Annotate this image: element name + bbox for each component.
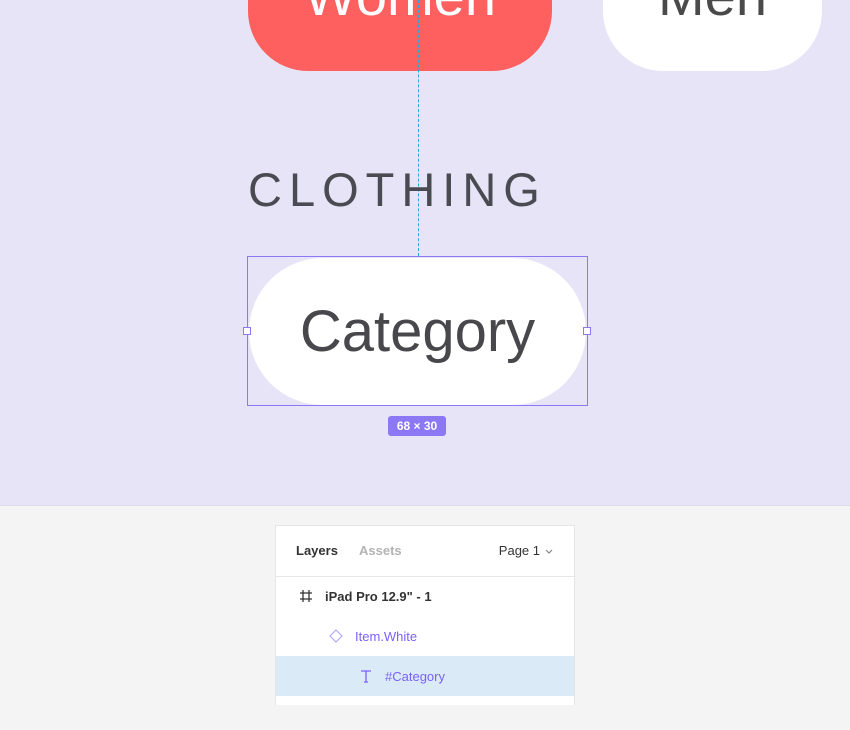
layer-row-frame[interactable]: iPad Pro 12.9" - 1 (276, 576, 574, 616)
layers-panel: Layers Assets Page 1 iPad Pro 12.9" - 1 … (275, 525, 575, 705)
men-pill-label: Men (603, 0, 822, 26)
chevron-down-icon (545, 549, 553, 554)
spacing-guide-line (418, 0, 419, 256)
layer-row-component[interactable]: Item.White (276, 616, 574, 656)
design-canvas[interactable]: Women Men CLOTHING Category 68 × 30 (0, 0, 850, 506)
frame-hash-icon (300, 590, 312, 602)
women-pill[interactable]: Women (248, 0, 552, 71)
clothing-heading[interactable]: CLOTHING (248, 162, 548, 217)
resize-handle-left[interactable] (243, 327, 251, 335)
layer-label-frame: iPad Pro 12.9" - 1 (325, 588, 432, 604)
men-pill[interactable]: Men (603, 0, 822, 71)
layer-row-text-selected[interactable]: #Category (276, 656, 574, 696)
women-pill-label: Women (248, 0, 552, 26)
selection-box (247, 256, 588, 406)
tab-layers[interactable]: Layers (296, 543, 338, 558)
resize-handle-right[interactable] (583, 327, 591, 335)
layer-label-component: Item.White (355, 628, 418, 644)
dimension-badge: 68 × 30 (388, 416, 446, 436)
page-select-label: Page 1 (498, 543, 540, 558)
text-layer-icon (361, 670, 371, 683)
page-select[interactable]: Page 1 (499, 543, 554, 558)
layer-label-text: #Category (385, 668, 445, 684)
tab-assets[interactable]: Assets (359, 543, 402, 558)
component-instance-icon (329, 629, 343, 643)
layers-panel-header: Layers Assets Page 1 (276, 526, 574, 577)
